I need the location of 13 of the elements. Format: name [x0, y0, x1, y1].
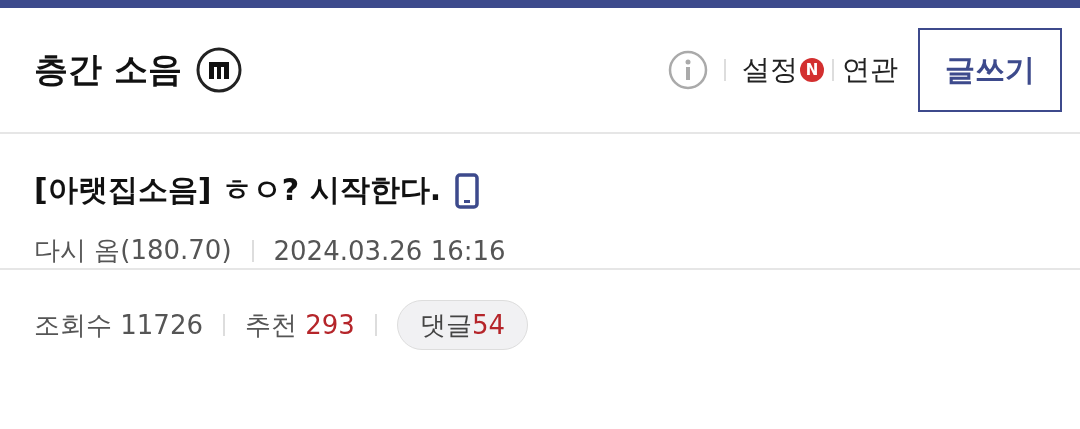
post-title: [아랫집소음] ㅎㅇ? 시작한다.: [34, 171, 442, 209]
new-badge: N: [800, 58, 824, 82]
info-icon[interactable]: [668, 50, 708, 90]
board-title: 층간 소음: [34, 48, 182, 91]
phone-icon: [455, 172, 480, 209]
comment-button[interactable]: 댓글54: [396, 300, 528, 350]
header-link[interactable]: 설정: [742, 51, 798, 89]
recommend-count: 추천 293: [245, 308, 355, 342]
view-count: 조회수 11726: [34, 308, 203, 342]
post-date: 2024.03.26 16:16: [273, 235, 506, 266]
write-button[interactable]: 글쓰기: [918, 28, 1062, 112]
author-name: 다시 옴(180.70): [34, 234, 232, 267]
header-link[interactable]: 연관: [842, 51, 898, 89]
